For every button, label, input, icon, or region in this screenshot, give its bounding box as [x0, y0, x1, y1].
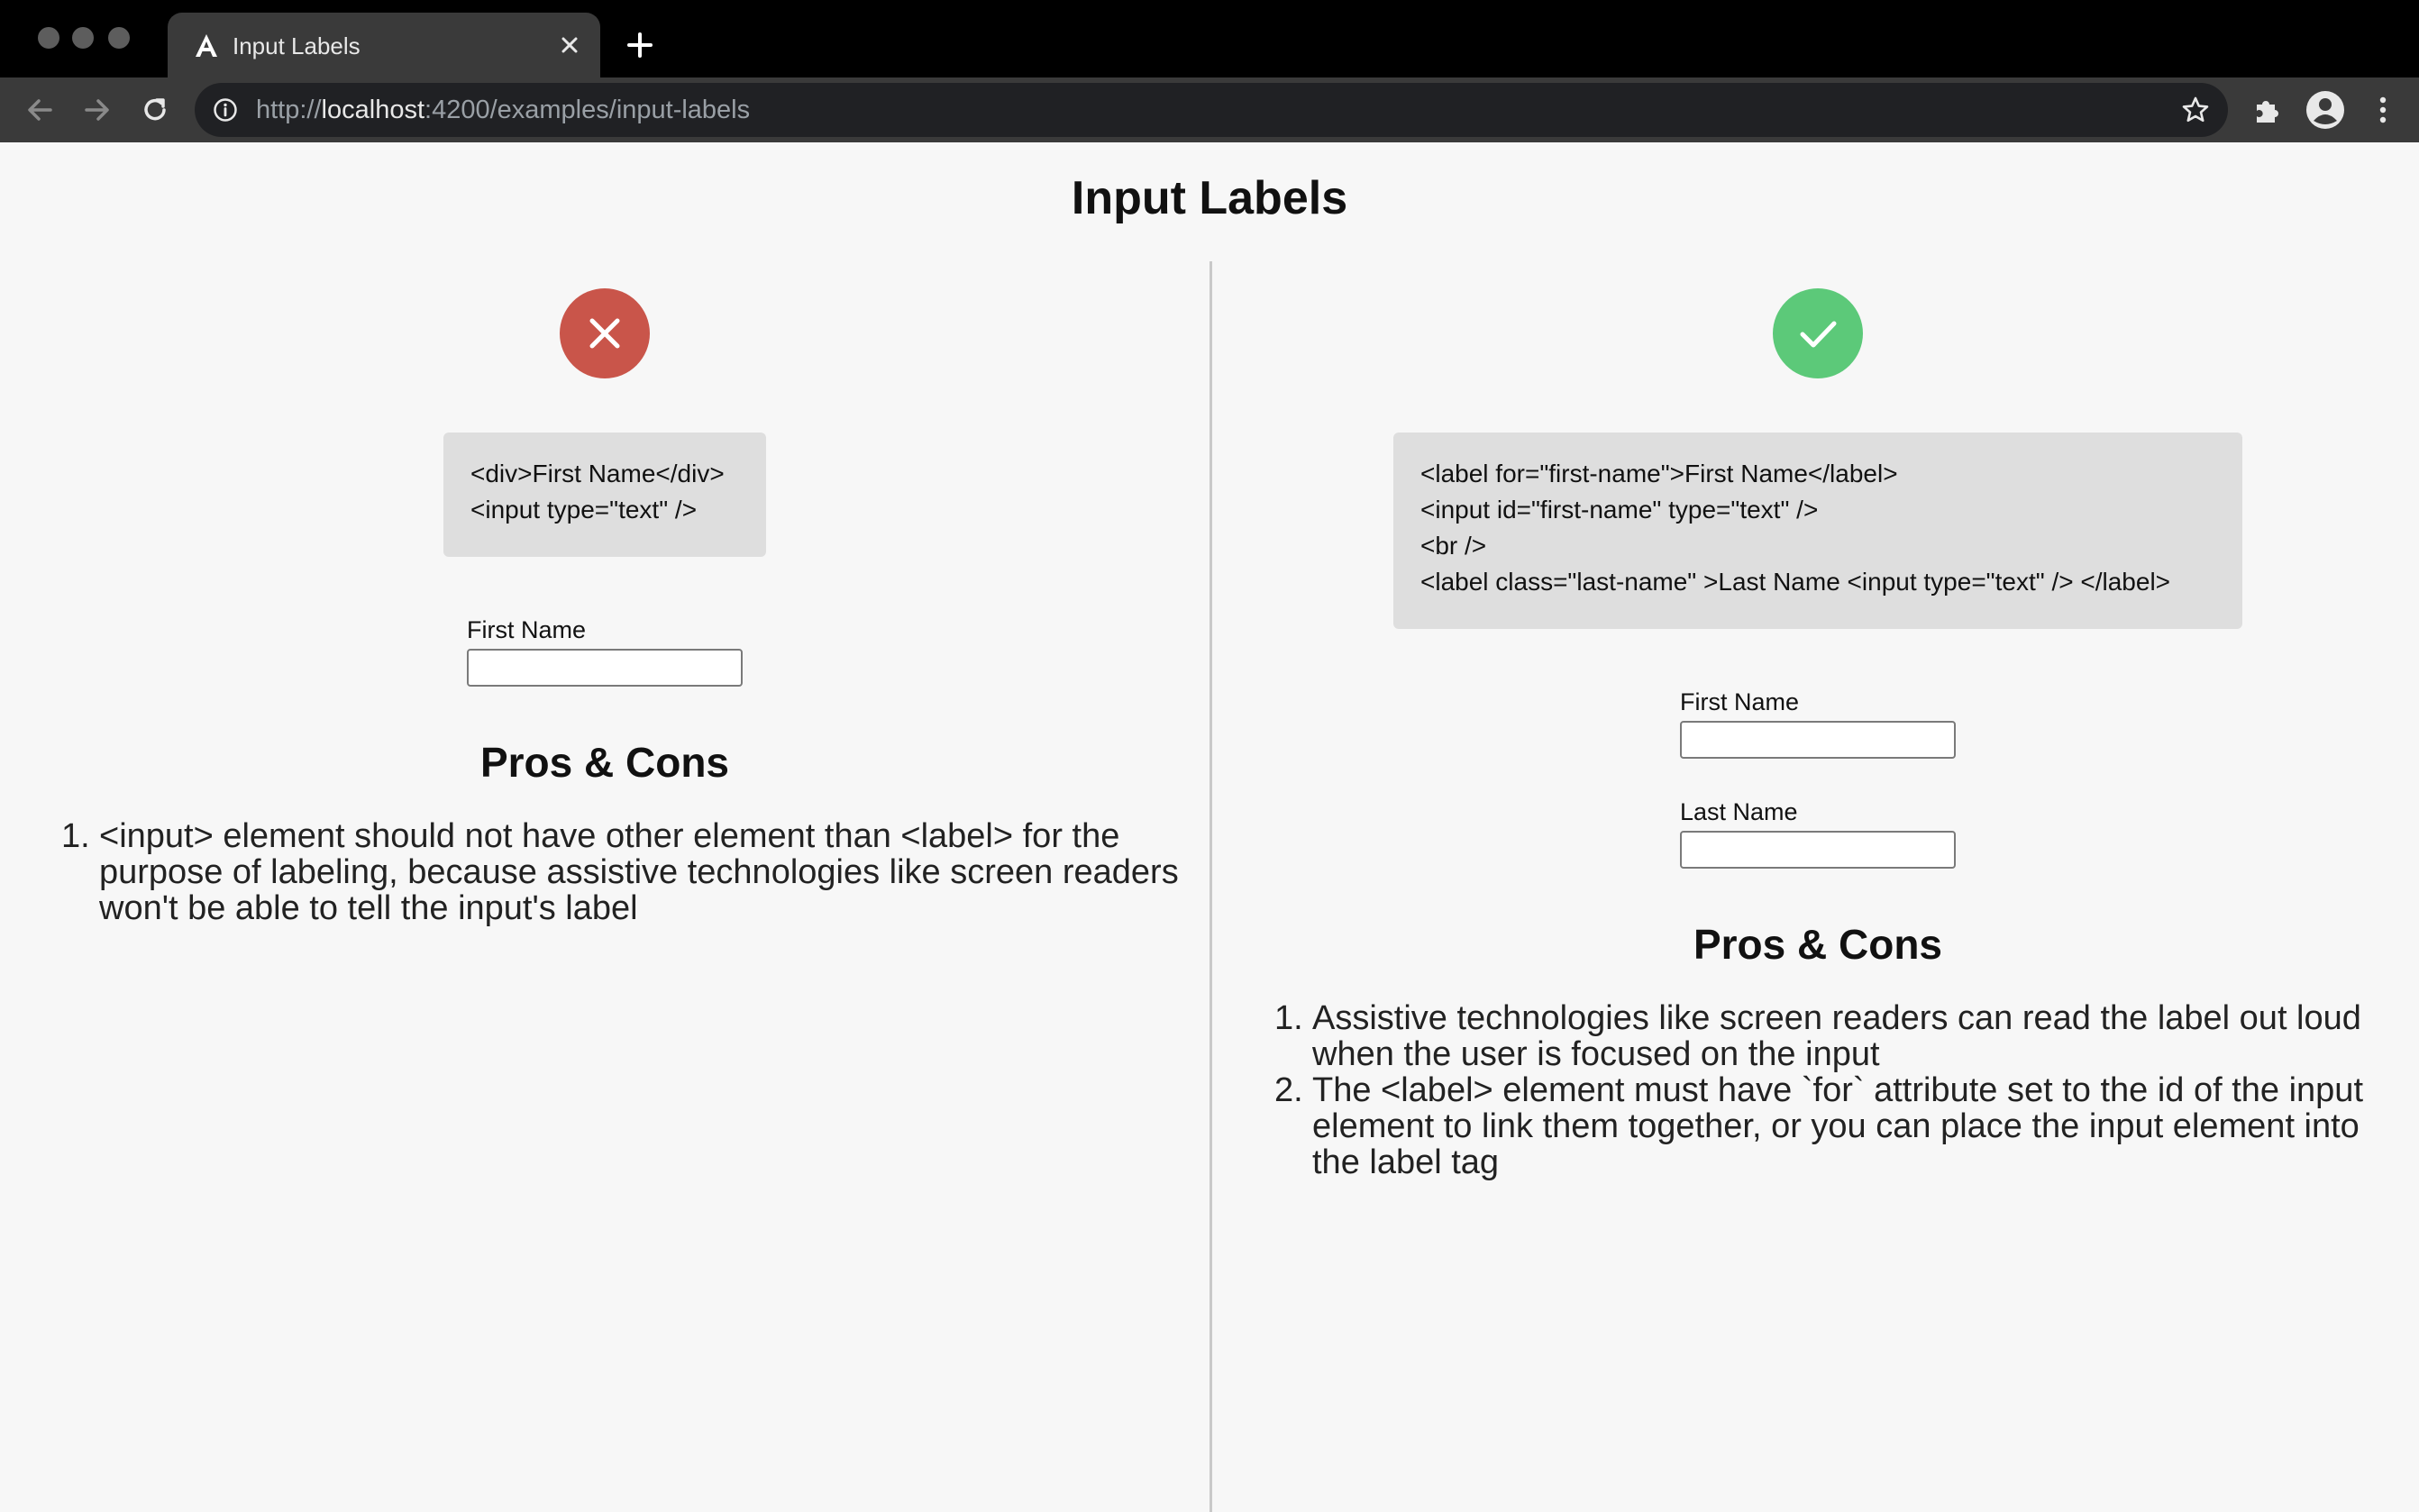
arrow-left-icon	[28, 99, 52, 121]
good-code-snippet: <label for="first-name">First Name</labe…	[1393, 433, 2242, 629]
tab-title: Input Labels	[233, 32, 361, 59]
column-divider	[1210, 261, 1212, 1512]
bad-first-name-label: First Name	[467, 616, 587, 643]
reload-icon	[144, 98, 166, 121]
url-scheme: http://	[256, 96, 322, 124]
good-last-name-input[interactable]	[1680, 831, 1956, 869]
list-item-text: <input> element should not have other el…	[99, 817, 1179, 927]
page-title: Input Labels	[1071, 172, 1348, 224]
forward-button[interactable]	[78, 90, 117, 130]
info-icon[interactable]	[213, 97, 238, 123]
maximize-window-button[interactable]	[108, 27, 130, 49]
address-bar[interactable]: http://localhost:4200/examples/input-lab…	[195, 83, 2228, 137]
good-first-name-label: First Name	[1680, 688, 1800, 715]
url-text[interactable]: http://localhost:4200/examples/input-lab…	[256, 94, 750, 126]
list-item-text: Assistive technologies like screen reade…	[1312, 999, 2361, 1073]
tab-strip: Input Labels	[0, 0, 2419, 77]
bad-first-name-input[interactable]	[467, 649, 743, 687]
bad-status-badge	[560, 288, 650, 378]
good-first-name-input[interactable]	[1680, 721, 1956, 759]
bad-pros-cons-title: Pros & Cons	[479, 739, 730, 786]
url-host: localhost	[321, 96, 425, 124]
bad-pros-cons-list: 1. <input> element should not have other …	[61, 818, 1188, 926]
new-tab-button[interactable]	[620, 25, 660, 65]
good-pros-cons-title: Pros & Cons	[1693, 921, 1943, 968]
back-button[interactable]	[20, 90, 59, 130]
check-icon	[1773, 288, 1863, 378]
minimize-window-button[interactable]	[72, 27, 94, 49]
browser-window: Input Labels http://localhost:4200/examp	[0, 0, 2419, 1512]
reload-button[interactable]	[135, 90, 175, 130]
close-window-button[interactable]	[38, 27, 59, 49]
more-menu-icon[interactable]	[2365, 92, 2401, 128]
close-tab-icon[interactable]	[553, 29, 586, 61]
angular-icon	[196, 34, 217, 57]
list-item: 1. Assistive technologies like screen rea…	[1274, 999, 2361, 1073]
profile-avatar-icon[interactable]	[2305, 90, 2345, 130]
arrow-right-icon	[85, 99, 109, 121]
close-icon	[560, 288, 650, 378]
url-path: :4200/examples/input-labels	[424, 96, 751, 124]
bookmark-star-icon[interactable]	[2179, 94, 2212, 126]
good-status-badge	[1773, 288, 1863, 378]
good-last-name-label: Last Name	[1680, 798, 1798, 825]
list-item-text: The <label> element must have `for` attr…	[1312, 1071, 2363, 1181]
list-item: 2. The <label> element must have `for` at…	[1274, 1071, 2363, 1181]
list-item: 1. <input> element should not have other …	[61, 817, 1179, 927]
good-pros-cons-list: 1. Assistive technologies like screen rea…	[1274, 1000, 2374, 1180]
extensions-puzzle-icon[interactable]	[2250, 92, 2286, 128]
bad-code-snippet: <div>First Name</div> <input type="text"…	[443, 433, 766, 557]
tab-input-labels[interactable]: Input Labels	[168, 13, 600, 77]
browser-toolbar: http://localhost:4200/examples/input-lab…	[0, 77, 2419, 142]
page-content: Input Labels <div>First Name</div> <inpu…	[0, 142, 2419, 1512]
